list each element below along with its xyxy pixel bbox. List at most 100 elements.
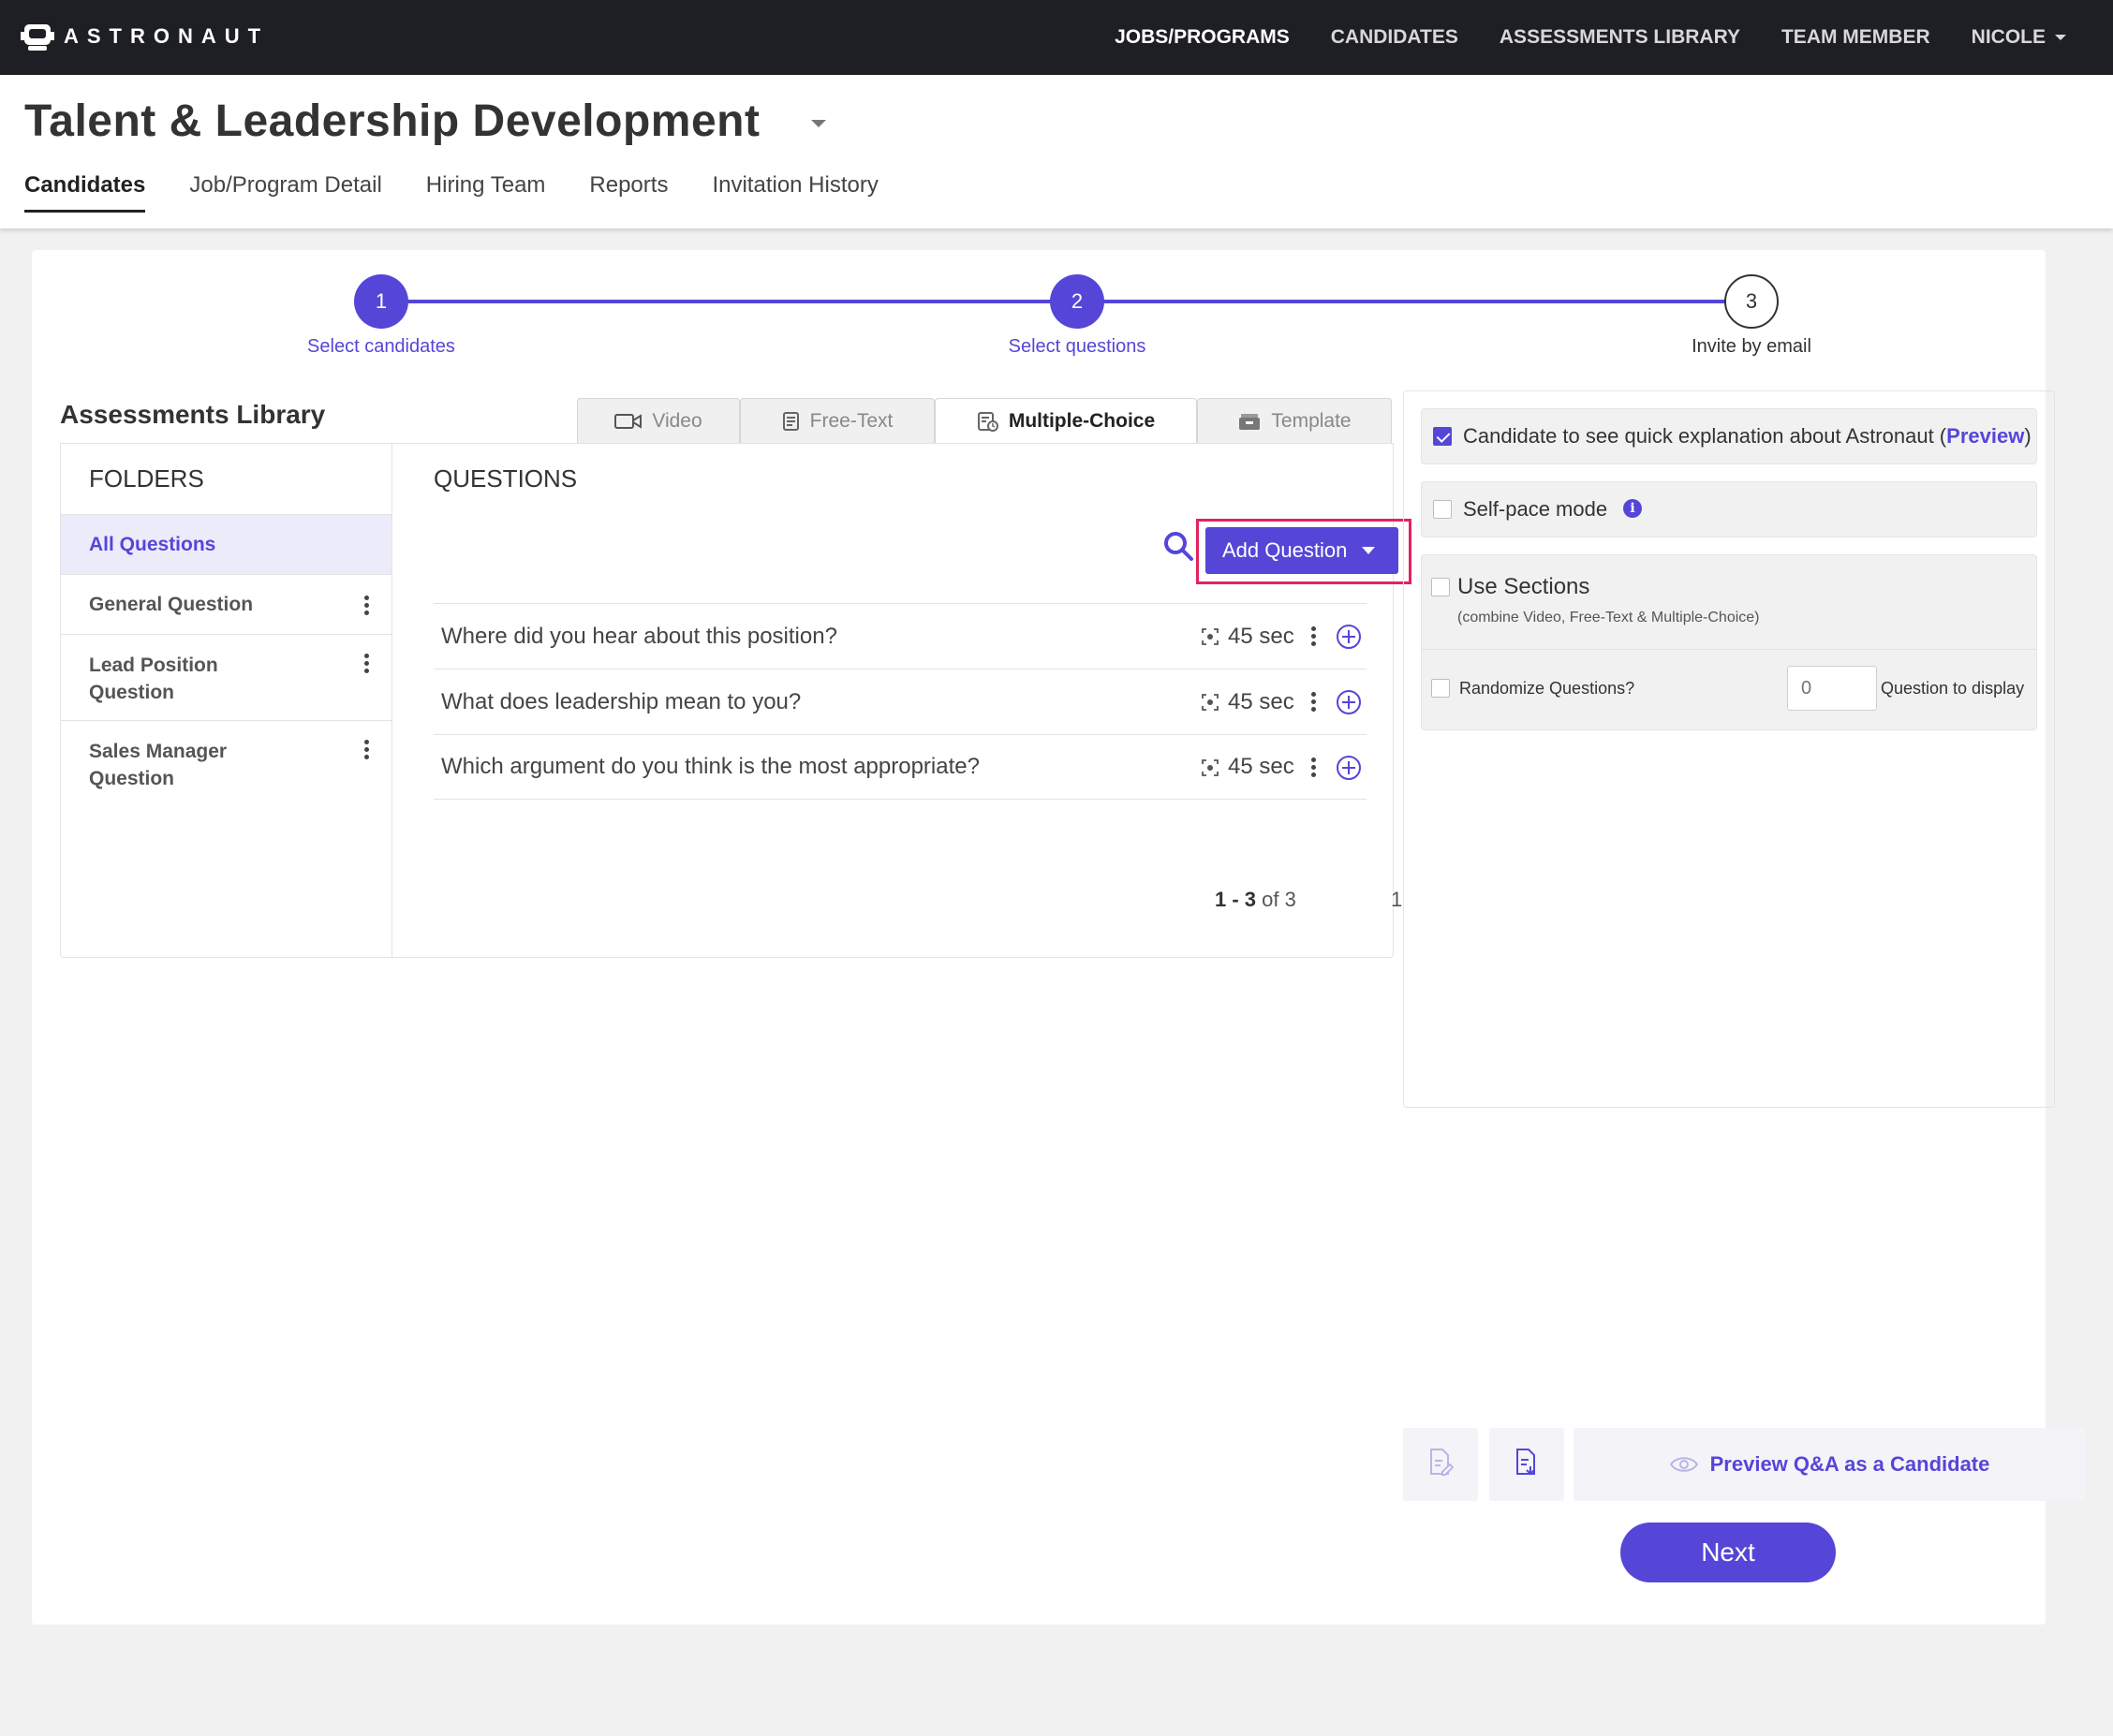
astronaut-logo-icon <box>21 21 54 52</box>
step-3-label: Invite by email <box>1692 336 1811 357</box>
add-circle-icon[interactable] <box>1336 755 1362 786</box>
astronaut-logo[interactable]: ASTRONAUT <box>21 21 269 52</box>
step-2-label: Select questions <box>1008 336 1146 357</box>
question-text: What does leadership mean to you? <box>441 688 802 714</box>
preview-as-candidate-button[interactable]: Preview Q&A as a Candidate <box>1574 1428 2085 1501</box>
timer-icon <box>1200 626 1220 652</box>
explanation-close: ) <box>2024 424 2032 448</box>
nav-candidates[interactable]: CANDIDATES <box>1331 26 1458 49</box>
self-pace-label: Self-pace mode <box>1463 497 1608 521</box>
eye-icon <box>1669 1454 1699 1475</box>
explanation-checkbox[interactable] <box>1433 427 1452 446</box>
folder-label: Lead Position Question <box>89 655 218 703</box>
questions-heading: QUESTIONS <box>434 464 578 493</box>
nav-team-member[interactable]: TEAM MEMBER <box>1781 26 1930 49</box>
use-sections-note: (combine Video, Free-Text & Multiple-Cho… <box>1457 610 1760 625</box>
library-box: FOLDERS All Questions General Question L… <box>60 443 1411 958</box>
info-icon[interactable]: i <box>1623 499 1642 518</box>
user-menu[interactable]: NICOLE <box>1972 26 2066 49</box>
step-3-circle: 3 <box>1724 274 1779 329</box>
subtab-reports[interactable]: Reports <box>589 172 668 213</box>
question-row[interactable]: What does leadership mean to you? 45 sec <box>434 669 1367 734</box>
tab-video-label: Video <box>652 409 702 432</box>
folder-general-question[interactable]: General Question <box>61 575 392 635</box>
self-pace-option: Self-pace mode i <box>1421 481 2037 537</box>
subtab-hiring-team[interactable]: Hiring Team <box>426 172 546 213</box>
user-menu-caret-icon <box>2055 35 2066 41</box>
question-menu-kebab-icon[interactable] <box>1311 758 1316 780</box>
tab-free-text[interactable]: Free-Text <box>740 398 935 443</box>
folder-menu-kebab-icon[interactable] <box>364 654 369 676</box>
folder-sales-manager-question[interactable]: Sales Manager Question <box>61 721 392 807</box>
next-button[interactable]: Next <box>1620 1523 1836 1582</box>
folder-label: Sales Manager Question <box>89 741 228 789</box>
sections-option: Use Sections (combine Video, Free-Text &… <box>1421 554 2037 730</box>
subtab-invitation-history[interactable]: Invitation History <box>712 172 878 213</box>
question-text: Where did you hear about this position? <box>441 623 837 649</box>
step-connector-1 <box>381 300 1084 303</box>
question-time: 45 sec <box>1228 688 1294 714</box>
edit-document-button[interactable] <box>1403 1428 1478 1501</box>
self-pace-checkbox[interactable] <box>1433 500 1452 519</box>
tab-multiple-choice-label: Multiple-Choice <box>1008 409 1156 432</box>
document-export-icon <box>1514 1448 1540 1482</box>
folder-label: General Question <box>89 593 254 615</box>
question-row[interactable]: Which argument do you think is the most … <box>434 734 1367 800</box>
multiple-choice-icon <box>977 410 999 433</box>
step-1-circle[interactable]: 1 <box>354 274 408 329</box>
folder-menu-kebab-icon[interactable] <box>364 596 369 618</box>
template-icon <box>1237 412 1262 431</box>
subtab-job-program-detail[interactable]: Job/Program Detail <box>189 172 381 213</box>
folder-lead-position-question[interactable]: Lead Position Question <box>61 635 392 721</box>
nav-jobs-programs[interactable]: JOBS/PROGRAMS <box>1115 26 1290 49</box>
tab-template[interactable]: Template <box>1197 398 1392 443</box>
user-name: NICOLE <box>1971 26 2046 48</box>
tab-video[interactable]: Video <box>577 398 740 443</box>
page-header: Talent & Leadership Development Candidat… <box>0 75 2113 228</box>
tab-free-text-label: Free-Text <box>809 409 894 432</box>
tab-template-label: Template <box>1271 409 1352 432</box>
library-title: Assessments Library <box>60 400 326 429</box>
folder-menu-kebab-icon[interactable] <box>364 740 369 762</box>
settings-panel: Candidate to see quick explanation about… <box>1403 390 2055 1108</box>
randomize-checkbox[interactable] <box>1431 679 1450 698</box>
step-connector-2 <box>1077 300 1757 303</box>
step-2-circle: 2 <box>1050 274 1104 329</box>
folder-all-questions[interactable]: All Questions <box>61 515 392 575</box>
title-dropdown-caret-icon[interactable] <box>811 120 826 127</box>
folder-label: All Questions <box>89 533 216 555</box>
use-sections-checkbox[interactable] <box>1431 578 1450 596</box>
logo-text: ASTRONAUT <box>64 24 270 48</box>
question-menu-kebab-icon[interactable] <box>1311 626 1316 649</box>
question-row[interactable]: Where did you hear about this position? … <box>434 603 1367 669</box>
pagination-total: of 3 <box>1262 888 1296 911</box>
nav-assessments-library[interactable]: ASSESSMENTS LIBRARY <box>1500 26 1740 49</box>
add-question-label: Add Question <box>1222 538 1348 562</box>
preview-link[interactable]: Preview <box>1946 424 2024 448</box>
explanation-label: Candidate to see quick explanation about… <box>1463 424 2032 449</box>
use-sections-label: Use Sections <box>1457 574 1590 599</box>
questions-to-display-label: Question to display <box>1881 679 2025 698</box>
search-icon[interactable] <box>1162 530 1194 566</box>
pagination-summary: 1 - 3 of 3 <box>1215 888 1296 912</box>
questions-to-display-input[interactable] <box>1787 666 1877 711</box>
explanation-text: Candidate to see quick explanation about… <box>1463 424 1947 448</box>
question-time: 45 sec <box>1228 754 1294 779</box>
question-menu-kebab-icon[interactable] <box>1311 692 1316 714</box>
question-type-tabs: Video Free-Text Multiple-Choice Template <box>577 398 1392 443</box>
explanation-option: Candidate to see quick explanation about… <box>1421 408 2037 464</box>
folders-heading: FOLDERS <box>61 444 392 515</box>
pagination-range: 1 - 3 <box>1215 888 1257 911</box>
add-question-button[interactable]: Add Question <box>1205 527 1398 574</box>
video-camera-icon <box>614 412 643 431</box>
page-number-button[interactable]: 1 <box>1391 888 1402 912</box>
step-1-label[interactable]: Select candidates <box>269 336 494 358</box>
edit-document-icon <box>1427 1448 1455 1482</box>
export-document-button[interactable] <box>1489 1428 1564 1501</box>
main-card: 1 Select candidates 2 Select questions 3… <box>32 250 2085 1625</box>
subtab-candidates[interactable]: Candidates <box>24 172 146 213</box>
timer-icon <box>1200 692 1220 717</box>
tab-multiple-choice[interactable]: Multiple-Choice <box>935 398 1197 443</box>
add-circle-icon[interactable] <box>1336 689 1362 720</box>
add-circle-icon[interactable] <box>1336 624 1362 655</box>
